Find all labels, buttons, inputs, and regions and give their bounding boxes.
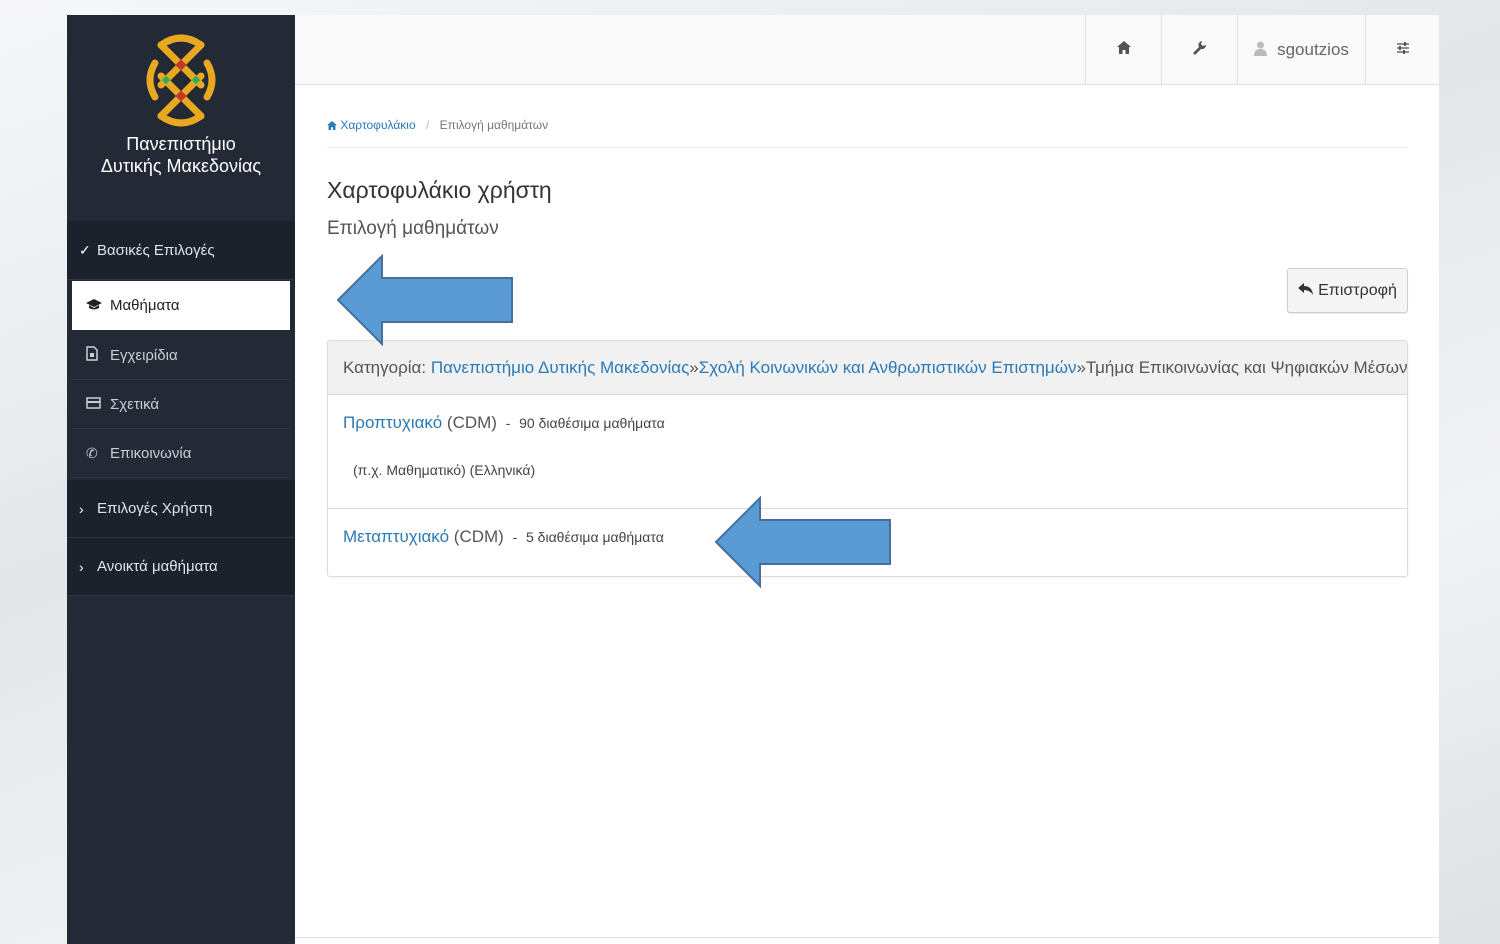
course-line: Προπτυχιακό (CDM) - 90 διαθέσιμα μαθήματ… — [343, 413, 665, 433]
phone-icon: ✆ — [86, 444, 98, 461]
chevron-right-icon: › — [79, 558, 84, 575]
footer-divider — [295, 937, 1439, 938]
sidebar-item-label: Σχετικά — [110, 395, 160, 413]
category-separator: » — [689, 357, 699, 377]
university-name-line1: Πανεπιστήμιο — [126, 134, 236, 154]
category-current-department: Τμήμα Επικοινωνίας και Ψηφιακών Μέσων — [1085, 357, 1408, 377]
annotation-arrow-left-icon — [714, 496, 891, 588]
home-icon — [1116, 41, 1131, 59]
category-link-university[interactable]: Πανεπιστήμιο Δυτικής Μακεδονίας — [431, 358, 689, 378]
course-count: 5 διαθέσιμα μαθήματα — [525, 529, 664, 545]
reply-arrow-icon — [1298, 282, 1314, 299]
section-user-options[interactable]: › Επιλογές Χρήστη — [67, 480, 295, 538]
home-icon — [327, 121, 337, 130]
back-button[interactable]: Επιστροφή — [1287, 268, 1408, 313]
chevron-down-icon: ✓ — [79, 241, 91, 258]
course-note: (π.χ. Μαθηματικό) (Ελληνικά) — [353, 462, 536, 478]
card-icon — [86, 396, 110, 412]
divider — [327, 147, 1407, 148]
user-avatar-icon — [1254, 41, 1268, 60]
annotation-arrow-left-icon — [336, 254, 513, 346]
course-dash: - — [505, 415, 511, 431]
breadcrumb-current: Επιλογή μαθημάτων — [439, 118, 549, 132]
undergraduate-link[interactable]: Προπτυχιακό — [343, 413, 442, 432]
section-label: Βασικές Επιλογές — [97, 241, 215, 259]
sidebar-item-label: Εγχειρίδια — [110, 346, 178, 364]
sidebar: Πανεπιστήμιο Δυτικής Μακεδονίας ✓ Βασικέ… — [67, 15, 295, 944]
university-name: Πανεπιστήμιο Δυτικής Μακεδονίας — [67, 133, 295, 177]
tools-button[interactable] — [1161, 15, 1237, 85]
category-path: Κατηγορία: Πανεπιστήμιο Δυτικής Μακεδονί… — [328, 341, 1408, 395]
username: sgoutzios — [1277, 40, 1349, 59]
sliders-icon — [1396, 41, 1410, 59]
category-link-school[interactable]: Σχολή Κοινωνικών και Ανθρωπιστικών Επιστ… — [699, 358, 1077, 378]
top-navbar: sgoutzios — [295, 15, 1439, 85]
chevron-right-icon: › — [79, 500, 84, 517]
university-name-line2: Δυτικής Μακεδονίας — [100, 156, 262, 176]
course-dash: - — [512, 529, 518, 545]
uowm-logo-icon — [146, 34, 216, 127]
section-open-courses[interactable]: › Ανοικτά μαθήματα — [67, 538, 295, 596]
back-button-label: Επιστροφή — [1318, 281, 1397, 299]
sidebar-item-contact[interactable]: ✆ Επικοινωνία — [72, 429, 290, 478]
breadcrumb-separator: / — [425, 118, 430, 132]
breadcrumb: Χαρτοφυλάκιο / Επιλογή μαθημάτων — [327, 118, 548, 132]
sidebar-item-about[interactable]: Σχετικά — [72, 380, 290, 429]
course-code: (CDM) — [453, 527, 504, 546]
sidebar-item-manuals[interactable]: Εγχειρίδια — [72, 331, 290, 380]
university-logo[interactable]: Πανεπιστήμιο Δυτικής Μακεδονίας — [67, 15, 295, 221]
postgraduate-link[interactable]: Μεταπτυχιακό — [343, 527, 449, 546]
graduation-cap-icon — [86, 298, 110, 314]
course-count: 90 διαθέσιμα μαθήματα — [519, 415, 665, 431]
category-prefix: Κατηγορία: — [343, 357, 427, 377]
list-item-undergraduate: Προπτυχιακό (CDM) - 90 διαθέσιμα μαθήματ… — [328, 395, 1407, 509]
breadcrumb-root-label: Χαρτοφυλάκιο — [340, 118, 416, 132]
page-subtitle: Επιλογή μαθημάτων — [327, 218, 499, 239]
sidebar-item-label: Επικοινωνία — [110, 444, 192, 462]
home-button[interactable] — [1085, 15, 1161, 85]
settings-button[interactable] — [1365, 15, 1439, 85]
section-label: Επιλογές Χρήστη — [97, 500, 213, 517]
course-code: (CDM) — [446, 413, 497, 432]
sidebar-item-courses[interactable]: Μαθήματα — [72, 281, 290, 330]
sidebar-item-label: Μαθήματα — [110, 297, 180, 314]
category-separator: » — [1076, 357, 1086, 377]
wrench-icon — [1193, 40, 1207, 60]
course-line: Μεταπτυχιακό (CDM) - 5 διαθέσιμα μαθήματ… — [343, 527, 664, 547]
section-label: Ανοικτά μαθήματα — [97, 558, 218, 575]
document-icon — [86, 346, 110, 364]
breadcrumb-home[interactable]: Χαρτοφυλάκιο — [327, 118, 419, 132]
page-title: Χαρτοφυλάκιο χρήστη — [327, 177, 552, 203]
user-menu[interactable]: sgoutzios — [1237, 15, 1365, 85]
section-basic-options[interactable]: ✓ Βασικές Επιλογές — [67, 221, 295, 280]
